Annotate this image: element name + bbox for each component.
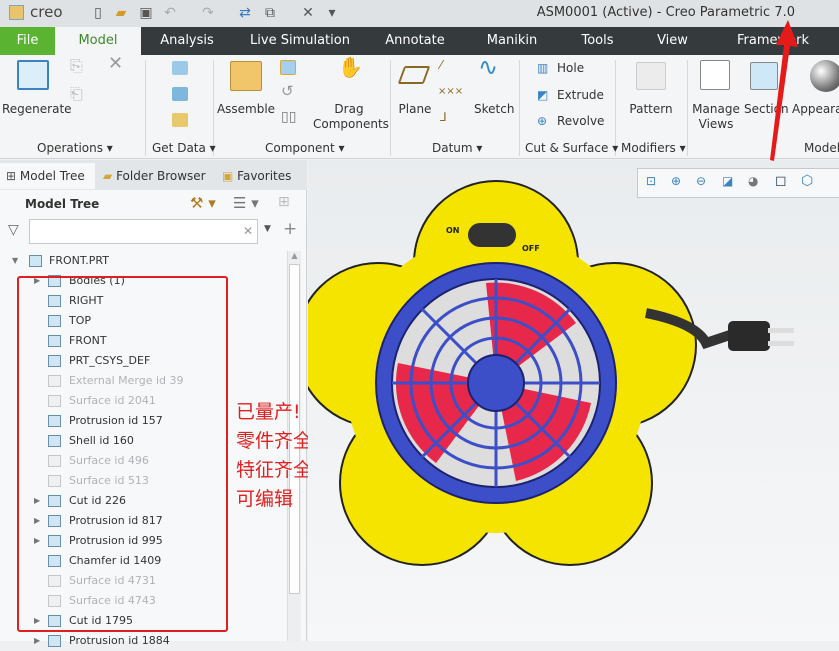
filter-icon[interactable]: ▽ [8, 222, 19, 238]
search-dropdown-icon[interactable]: ▼ [264, 224, 271, 234]
redo-icon[interactable]: ↷ [200, 5, 216, 21]
fan-hub [467, 354, 525, 412]
red-arrow [770, 20, 798, 161]
shrinkwrap-icon[interactable] [172, 113, 188, 127]
save-icon[interactable]: ▣ [138, 5, 154, 21]
open-file-icon[interactable]: ▰ [113, 5, 129, 21]
pattern-button[interactable]: Pattern [628, 102, 674, 117]
feature-icon [48, 635, 61, 647]
show-list-icon[interactable]: ☰ ▾ [233, 194, 259, 212]
tab-file[interactable]: File [0, 27, 55, 55]
revolve-button[interactable]: Revolve [557, 114, 604, 129]
settings-tools-icon[interactable]: ⚒ ▾ [190, 194, 216, 212]
tree-item[interactable]: ▶ Protrusion id 1884 [0, 631, 285, 651]
annotation-note: 已量产! 零件齐全 特征齐全 可编辑 [236, 398, 312, 514]
group-cut-surface[interactable]: Cut & Surface ▾ [525, 141, 618, 155]
regenerate-icon[interactable]: ⇄ [237, 5, 253, 21]
regenerate-button[interactable]: Regenerate [2, 102, 72, 117]
revolve-icon: ⊕ [537, 114, 548, 128]
app-logo: creo [30, 3, 63, 21]
regenerate-icon [17, 60, 49, 90]
sketch-icon: ∿ [478, 53, 499, 81]
customize-toolbar-icon[interactable]: ▾ [324, 5, 340, 21]
note-line: 可编辑 [236, 488, 294, 510]
creo-logo-icon [9, 5, 24, 20]
tab-analysis[interactable]: Analysis [150, 27, 224, 55]
copy-icon[interactable]: ⎘ [70, 58, 83, 74]
extrude-button[interactable]: Extrude [557, 88, 604, 103]
manage-views-button[interactable]: Manage Views [692, 102, 740, 132]
group-model-display[interactable]: Model [804, 141, 839, 155]
note-line: 零件齐全 [236, 430, 313, 452]
group-operations[interactable]: Operations ▾ [37, 141, 113, 155]
plane-button[interactable]: Plane [396, 102, 434, 117]
group-component[interactable]: Component ▾ [265, 141, 345, 155]
tree-root[interactable]: ▼ FRONT.PRT [0, 251, 285, 271]
tree-search-input[interactable] [29, 219, 258, 244]
appearance-icon [810, 60, 839, 92]
plug [728, 321, 770, 351]
ribbon-tabs: File Model Analysis Live Simulation Anno… [0, 27, 839, 55]
tab-model-tree[interactable]: ⊞ Model Tree [0, 163, 95, 189]
reorient-icon[interactable]: ↺ [281, 84, 294, 99]
copy-geometry-icon[interactable] [172, 87, 188, 101]
tab-live-simulation[interactable]: Live Simulation [250, 27, 350, 55]
switch-off-label: OFF [522, 244, 540, 253]
scroll-up-icon[interactable]: ▲ [288, 251, 301, 260]
axis-icon[interactable]: ⁄ [440, 58, 442, 73]
new-file-icon[interactable]: ▯ [90, 5, 106, 21]
package-icon[interactable] [280, 60, 296, 75]
pattern-icon [636, 62, 666, 90]
tab-favorites[interactable]: ▣ Favorites [222, 163, 291, 189]
tab-annotate[interactable]: Annotate [380, 27, 450, 55]
tab-folder-browser[interactable]: ▰ Folder Browser [103, 163, 206, 189]
extrude-icon: ◩ [537, 88, 549, 102]
note-line: 特征齐全 [236, 459, 313, 481]
tree-item-label: Protrusion id 1884 [69, 634, 170, 647]
group-modifiers[interactable]: Modifiers ▾ [621, 141, 686, 155]
clear-search-icon[interactable]: ✕ [243, 224, 253, 238]
assemble-icon [230, 61, 262, 91]
drag-hand-icon: ✋ [338, 55, 363, 79]
switch-on-label: ON [446, 226, 460, 235]
delete-icon[interactable]: ✕ [108, 55, 123, 73]
power-switch [468, 223, 516, 247]
manage-views-icon [700, 60, 730, 90]
point-icon[interactable]: ××× [438, 84, 463, 99]
fan-model: ON OFF [308, 180, 794, 566]
note-line: 已量产! [236, 401, 301, 423]
model-tree-header: Model Tree [25, 197, 100, 211]
drag-components-button[interactable]: Drag Components [313, 102, 389, 132]
hole-button[interactable]: Hole [557, 61, 584, 76]
window-title: ASM0001 (Active) - Creo Parametric 7.0 [536, 5, 795, 20]
paste-icon[interactable]: ⎗ [70, 86, 83, 102]
csys-icon[interactable]: ⅃ [440, 110, 447, 125]
add-filter-icon[interactable]: + [283, 219, 297, 239]
windows-icon[interactable]: ⧉ [262, 5, 278, 21]
tree-columns-icon[interactable]: ⊞ [278, 194, 290, 210]
undo-icon[interactable]: ↶ [162, 5, 178, 21]
tab-tools[interactable]: Tools [570, 27, 625, 55]
group-datum[interactable]: Datum ▾ [432, 141, 482, 155]
highlight-box [17, 276, 228, 632]
tab-model[interactable]: Model [55, 27, 141, 55]
title-bar: creo ▯ ▰ ▣ ↶ ↷ ⇄ ⧉ ✕ ▾ ASM0001 (Active) … [0, 0, 839, 27]
group-get-data[interactable]: Get Data ▾ [152, 141, 216, 155]
expand-arrow-icon[interactable]: ▶ [34, 631, 40, 651]
mirror-component-icon[interactable]: ▯▯ [281, 110, 296, 125]
close-window-icon[interactable]: ✕ [300, 5, 316, 21]
tab-manikin[interactable]: Manikin [482, 27, 542, 55]
tab-view[interactable]: View [650, 27, 695, 55]
sketch-button[interactable]: Sketch [474, 102, 514, 117]
user-defined-feature-icon[interactable] [172, 61, 188, 75]
hole-icon: ▥ [537, 61, 549, 75]
assemble-button[interactable]: Assemble [216, 102, 276, 117]
